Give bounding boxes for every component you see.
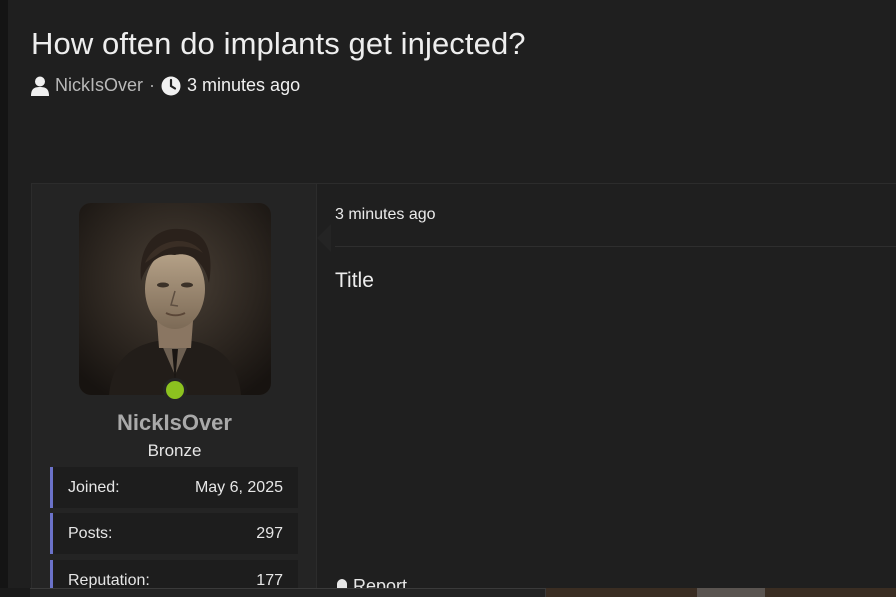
stat-label: Joined: bbox=[68, 478, 120, 496]
stat-label: Posts: bbox=[68, 524, 113, 542]
thread-meta: NickIsOver · 3 minutes ago bbox=[31, 75, 300, 96]
stat-value: 177 bbox=[256, 571, 283, 589]
post: NickIsOver Bronze Joined: May 6, 2025 Po… bbox=[31, 183, 896, 597]
meta-separator: · bbox=[149, 75, 156, 95]
user-rank: Bronze bbox=[147, 441, 202, 460]
clock-icon bbox=[161, 76, 181, 96]
thread-time: 3 minutes ago bbox=[187, 75, 301, 95]
left-gutter bbox=[0, 0, 8, 597]
stat-row-posts: Posts: 297 bbox=[50, 513, 298, 554]
post-content: Title bbox=[335, 269, 374, 292]
post-body: 3 minutes ago Title Report bbox=[317, 184, 896, 597]
avatar[interactable] bbox=[79, 203, 271, 395]
stat-value: 297 bbox=[256, 524, 283, 542]
bottom-strip bbox=[0, 588, 896, 597]
stat-label: Reputation: bbox=[68, 571, 150, 589]
main-content: How often do implants get injected? Nick… bbox=[8, 0, 896, 597]
post-username[interactable]: NickIsOver bbox=[32, 410, 317, 436]
post-divider bbox=[335, 246, 896, 247]
post-user-panel: NickIsOver Bronze Joined: May 6, 2025 Po… bbox=[32, 184, 317, 597]
bottom-bar-left bbox=[30, 588, 546, 597]
user-icon bbox=[31, 76, 49, 96]
stat-value: May 6, 2025 bbox=[194, 478, 283, 496]
page: How often do implants get injected? Nick… bbox=[0, 0, 896, 597]
stat-row-joined: Joined: May 6, 2025 bbox=[50, 467, 298, 508]
thread-title: How often do implants get injected? bbox=[31, 26, 526, 61]
thread-author-link[interactable]: NickIsOver bbox=[55, 75, 143, 96]
online-status-indicator bbox=[163, 378, 187, 402]
post-date[interactable]: 3 minutes ago bbox=[335, 206, 436, 224]
bottom-bar-highlight bbox=[697, 588, 765, 597]
